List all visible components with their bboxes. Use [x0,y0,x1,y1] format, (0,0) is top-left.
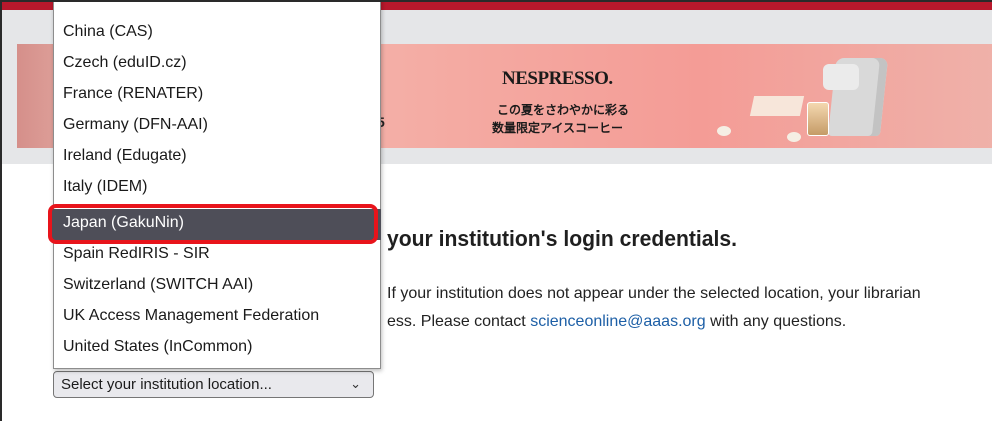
institution-location-select[interactable]: Select your institution location... ⌄ [53,371,374,398]
dropdown-option[interactable]: China (CAS) [54,18,380,49]
browser-viewport: 5 NESPRESSO. この夏をさわやかに彩る 数量限定アイスコーヒー you… [0,0,992,421]
ad-tagline-1: この夏をさわやかに彩る [497,103,630,117]
instructions-line-2: ess. Please contact scienceonline@aaas.o… [387,308,921,336]
dropdown-option-selected[interactable]: Japan (GakuNin) [51,209,381,240]
instructions-prefix: ess. Please contact [387,313,531,330]
location-dropdown-list[interactable]: China (CAS) Czech (eduID.cz) France (REN… [51,0,381,369]
dropdown-option[interactable]: UK Access Management Federation [54,302,380,333]
login-heading: your institution's login credentials. [387,226,738,251]
dropdown-option[interactable]: France (RENATER) [54,80,380,111]
dropdown-option[interactable]: Italy (IDEM) [54,173,380,204]
dropdown-option[interactable]: United States (InCommon) [54,333,380,364]
instructions-suffix: with any questions. [705,313,847,330]
capsule-box-image [749,96,805,116]
dropdown-option-cut[interactable] [54,0,380,1]
instructions-line-1: If your institution does not appear unde… [387,285,921,302]
coffee-machine-image [807,50,897,146]
contact-email-link[interactable]: scienceonline@aaas.org [530,313,705,330]
ad-tagline-2: 数量限定アイスコーヒー [492,121,624,135]
capsule-image [717,126,731,136]
dropdown-option[interactable]: Spain RedIRIS - SIR [54,240,380,271]
dropdown-option[interactable]: Ireland (Edugate) [54,142,380,173]
chevron-down-icon: ⌄ [350,376,361,391]
instructions-text: If your institution does not appear unde… [387,280,921,336]
ad-brand-logo: NESPRESSO. [502,68,613,89]
dropdown-option[interactable]: Czech (eduID.cz) [54,49,380,80]
capsule-image [787,132,801,142]
dropdown-option[interactable]: Germany (DFN-AAI) [54,111,380,142]
dropdown-option[interactable]: Switzerland (SWITCH AAI) [54,271,380,302]
select-value: Select your institution location... [61,376,272,393]
